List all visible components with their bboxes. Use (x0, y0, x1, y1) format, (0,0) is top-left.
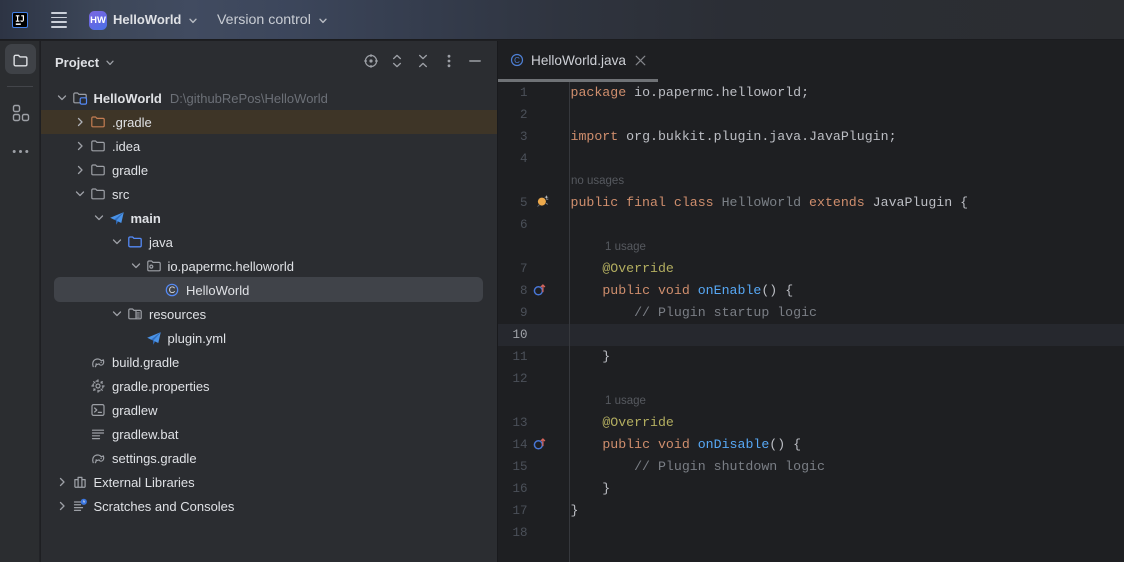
svg-text:C: C (514, 56, 520, 65)
svg-text:C: C (169, 285, 176, 295)
